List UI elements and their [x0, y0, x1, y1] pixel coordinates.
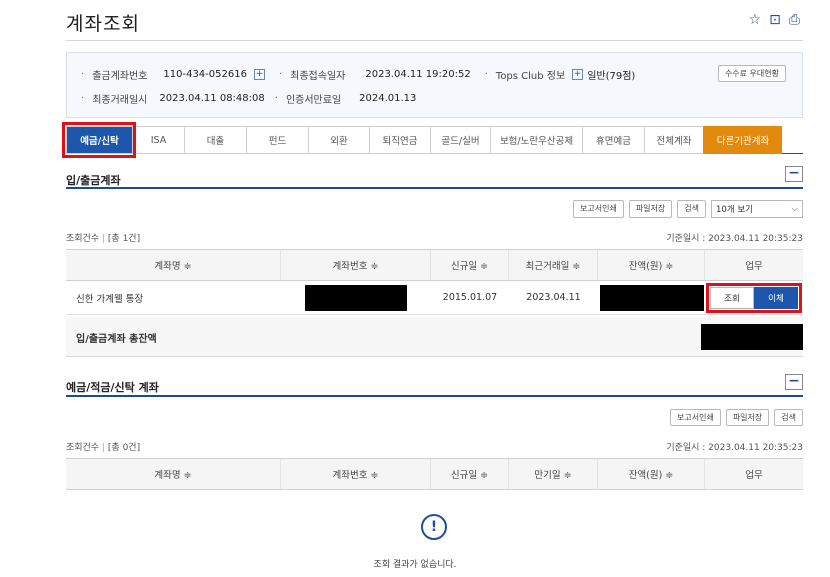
empty-message: 조회 결과가 없습니다. [373, 560, 457, 570]
count-label: 조회건수 | [총 1건] [66, 234, 141, 244]
tab-all-accounts[interactable]: 전체계좌 [644, 126, 703, 154]
collapse-icon[interactable]: − [785, 374, 803, 390]
file-save-button[interactable]: 파일저장 [725, 409, 770, 426]
col-balance[interactable]: 잔액(원) ≑ [598, 459, 705, 489]
last-transaction-date: 2023.04.11 [526, 292, 581, 303]
save-icon[interactable]: ⊡ [769, 12, 781, 28]
file-save-button[interactable]: 파일저장 [628, 200, 673, 218]
col-account-name[interactable]: 계좌명 ≑ [66, 250, 281, 280]
table-header: 계좌명 ≑ 계좌번호 ≑ 신규일 ≑ 최근거래일 ≑ 잔액(원) ≑ 업무 [66, 249, 803, 281]
col-account-name[interactable]: 계좌명 ≑ [66, 459, 281, 489]
transfer-button[interactable]: 이체 [754, 286, 798, 309]
page-title: 계좌조회 [66, 13, 140, 35]
redacted-total-balance [701, 324, 803, 350]
table-row: 신한 가계웰 통장 2015.01.07 2023.04.11 조회 이체 [66, 281, 803, 315]
chevron-down-icon: ⌵ [791, 204, 798, 214]
withdraw-account-label: 출금계좌번호 [92, 71, 148, 82]
tab-deposit-trust[interactable]: 예금/신탁 [62, 122, 136, 158]
fee-benefit-button[interactable]: 수수료 우대현황 [717, 65, 786, 82]
tops-club-value: 일반(79점) [587, 71, 636, 82]
tab-dormant[interactable]: 휴면예금 [582, 126, 644, 154]
redacted-balance [599, 284, 704, 311]
account-name[interactable]: 신한 가계웰 통장 [66, 281, 281, 314]
col-open-date[interactable]: 신규일 ≑ [431, 459, 509, 489]
title-divider [66, 40, 803, 41]
tab-loan[interactable]: 대출 [184, 126, 246, 154]
search-button[interactable]: 검색 [677, 200, 706, 218]
table-header: 계좌명 ≑ 계좌번호 ≑ 신규일 ≑ 만기일 ≑ 잔액(원) ≑ 업무 [66, 458, 803, 490]
section-divider [66, 187, 803, 189]
total-balance-row: 입/출금계좌 총잔액 [66, 317, 803, 357]
collapse-icon[interactable]: − [785, 166, 803, 182]
page-size-value: 10개 보기 [716, 205, 753, 215]
view-button[interactable]: 조회 [710, 286, 754, 309]
tab-insurance[interactable]: 보험/노란우산공제 [490, 126, 582, 154]
col-action: 업무 [745, 261, 763, 272]
last-access-value: 2023.04.11 19:20:52 [365, 69, 471, 80]
last-transaction-value: 2023.04.11 08:48:08 [159, 93, 265, 104]
report-print-button[interactable]: 보고서인쇄 [573, 200, 624, 218]
section1-tools: 보고서인쇄 파일저장 검색 10개 보기 ⌵ [573, 200, 803, 218]
tab-isa[interactable]: ISA [132, 126, 184, 154]
tab-gold-silver[interactable]: 골드/실버 [430, 126, 490, 154]
count-value: [총 0건] [107, 443, 141, 453]
search-button[interactable]: 검색 [774, 409, 803, 426]
report-print-button[interactable]: 보고서인쇄 [670, 409, 721, 426]
account-type-tabs: 예금/신탁 ISA 대출 펀드 외환 퇴직연금 골드/실버 보험/노란우산공제 … [62, 122, 803, 158]
col-account-number[interactable]: 계좌번호 ≑ [281, 459, 431, 489]
col-action: 업무 [745, 470, 763, 481]
tops-club-label: Tops Club 정보 [495, 71, 566, 82]
tab-fund[interactable]: 펀드 [246, 126, 308, 154]
tab-forex[interactable]: 외환 [308, 126, 369, 154]
header-icons: ☆ ⊡ ⎙ [749, 12, 801, 28]
page-size-select[interactable]: 10개 보기 ⌵ [711, 200, 803, 218]
withdraw-account-value: 110-434-052616 [163, 69, 247, 80]
col-last-transaction[interactable]: 최근거래일 ≑ [509, 250, 598, 280]
print-icon[interactable]: ⎙ [789, 12, 800, 28]
cert-expiry-value: 2024.01.13 [359, 93, 417, 104]
count-value: [총 1건] [107, 234, 141, 244]
last-access-label: 최종접속일자 [290, 71, 346, 82]
account-info-box: · 출금계좌번호 110-434-052616 + · 최종접속일자 2023.… [66, 52, 803, 118]
redacted-account-number [305, 284, 407, 311]
section2-tools: 보고서인쇄 파일저장 검색 [670, 409, 803, 426]
plus-icon[interactable]: + [572, 69, 584, 80]
reference-time: 기준일시 : 2023.04.11 20:35:23 [666, 443, 803, 453]
section-divider [66, 395, 803, 397]
plus-icon[interactable]: + [253, 69, 265, 80]
last-transaction-label: 최종거래일시 [92, 95, 148, 106]
total-balance-label: 입/출금계좌 총잔액 [76, 334, 157, 345]
cert-expiry-label: 인증서만료일 [285, 95, 342, 106]
col-open-date[interactable]: 신규일 ≑ [431, 250, 509, 280]
col-account-number[interactable]: 계좌번호 ≑ [281, 250, 431, 280]
info-icon: ! [421, 514, 447, 540]
tab-other-institution[interactable]: 다른기관계좌 [703, 126, 782, 154]
open-date: 2015.01.07 [442, 292, 498, 303]
count-label: 조회건수 | [총 0건] [66, 443, 141, 453]
section-title: 예금/적금/신탁 계좌 [66, 381, 159, 394]
tab-pension[interactable]: 퇴직연금 [369, 126, 430, 154]
col-balance[interactable]: 잔액(원) ≑ [598, 250, 705, 280]
reference-time: 기준일시 : 2023.04.11 20:35:23 [666, 234, 803, 244]
action-buttons: 조회 이체 [706, 282, 802, 313]
star-icon[interactable]: ☆ [749, 12, 762, 28]
col-maturity-date[interactable]: 만기일 ≑ [509, 459, 598, 489]
section-title: 입/출금계좌 [66, 174, 121, 187]
